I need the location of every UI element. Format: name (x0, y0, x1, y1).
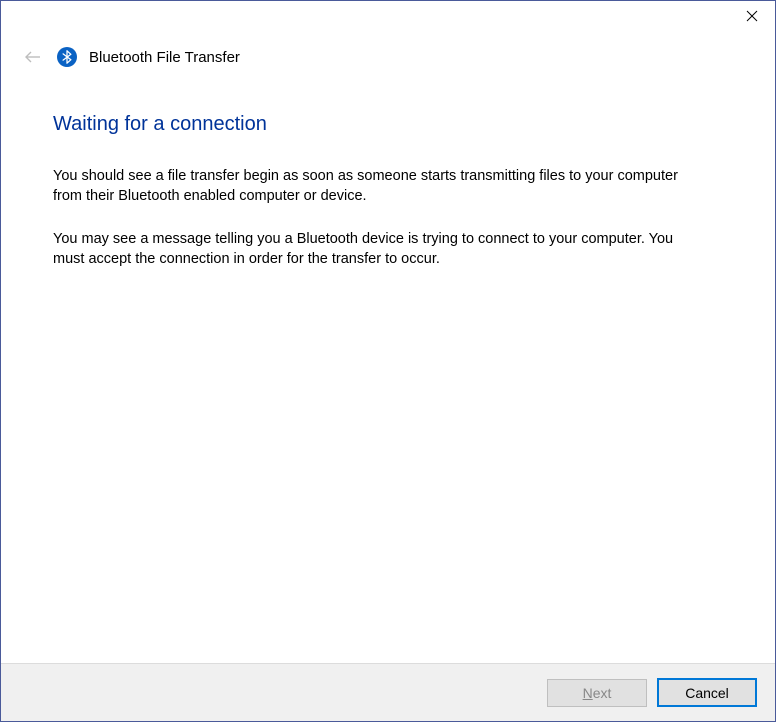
footer-bar: Next Cancel (1, 663, 775, 721)
cancel-button[interactable]: Cancel (657, 678, 757, 707)
close-button[interactable] (729, 1, 775, 31)
header-title: Bluetooth File Transfer (89, 49, 240, 66)
content-area: Waiting for a connection You should see … (1, 87, 775, 663)
next-button: Next (547, 679, 647, 707)
next-label-rest: ext (593, 685, 612, 701)
back-arrow-icon (23, 47, 43, 67)
close-icon (746, 10, 758, 22)
instruction-paragraph-1: You should see a file transfer begin as … (53, 166, 693, 207)
header-bar: Bluetooth File Transfer (1, 39, 775, 87)
titlebar (1, 1, 775, 39)
wizard-window: Bluetooth File Transfer Waiting for a co… (0, 0, 776, 722)
cancel-label: Cancel (685, 685, 729, 701)
back-button (21, 45, 45, 69)
page-heading: Waiting for a connection (53, 113, 723, 136)
instruction-paragraph-2: You may see a message telling you a Blue… (53, 229, 693, 270)
next-accesskey: N (583, 685, 593, 701)
bluetooth-icon (57, 47, 77, 67)
